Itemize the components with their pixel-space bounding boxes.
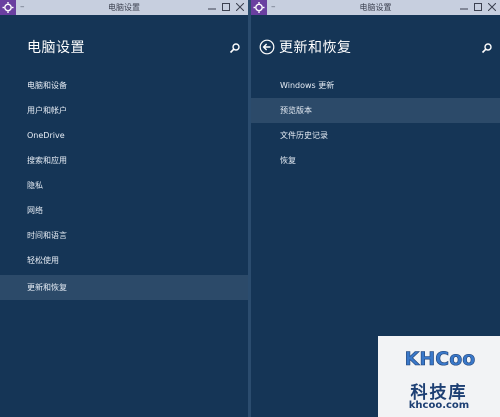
nav-item-update-and-recovery[interactable]: 更新和恢复 xyxy=(0,275,248,300)
nav-item-time-and-language[interactable]: 时间和语言 xyxy=(0,223,248,248)
nav-item-onedrive[interactable]: OneDrive xyxy=(0,123,248,148)
svg-text:KHCoo: KHCoo xyxy=(405,348,476,370)
nav-item-ease-of-access[interactable]: 轻松使用 xyxy=(0,248,248,273)
nav-item-windows-update[interactable]: Windows 更新 xyxy=(251,73,500,98)
settings-category-list: 电脑和设备 用户和帐户 OneDrive 搜索和应用 隐私 网络 时间和语言 轻… xyxy=(0,0,248,417)
nav-item-privacy[interactable]: 隐私 xyxy=(0,173,248,198)
nav-item-preview-builds[interactable]: 预览版本 xyxy=(251,98,500,123)
nav-item-recovery[interactable]: 恢复 xyxy=(251,148,500,173)
left-settings-window: – 电脑设置 电脑设置 电脑和设备 用户和帐户 OneDrive 搜索和应用 隐… xyxy=(0,0,248,417)
watermark-url: khcoo.com xyxy=(408,400,470,411)
nav-item-search-and-apps[interactable]: 搜索和应用 xyxy=(0,148,248,173)
nav-item-pc-and-devices[interactable]: 电脑和设备 xyxy=(0,73,248,98)
khcoo-logo: KHCoo xyxy=(404,348,476,371)
nav-item-file-history[interactable]: 文件历史记录 xyxy=(251,123,500,148)
watermark: KHCoo 科技库 khcoo.com xyxy=(378,336,500,417)
nav-item-accounts[interactable]: 用户和帐户 xyxy=(0,98,248,123)
nav-item-network[interactable]: 网络 xyxy=(0,198,248,223)
desktop: – 电脑设置 电脑设置 电脑和设备 用户和帐户 OneDrive 搜索和应用 隐… xyxy=(0,0,500,417)
